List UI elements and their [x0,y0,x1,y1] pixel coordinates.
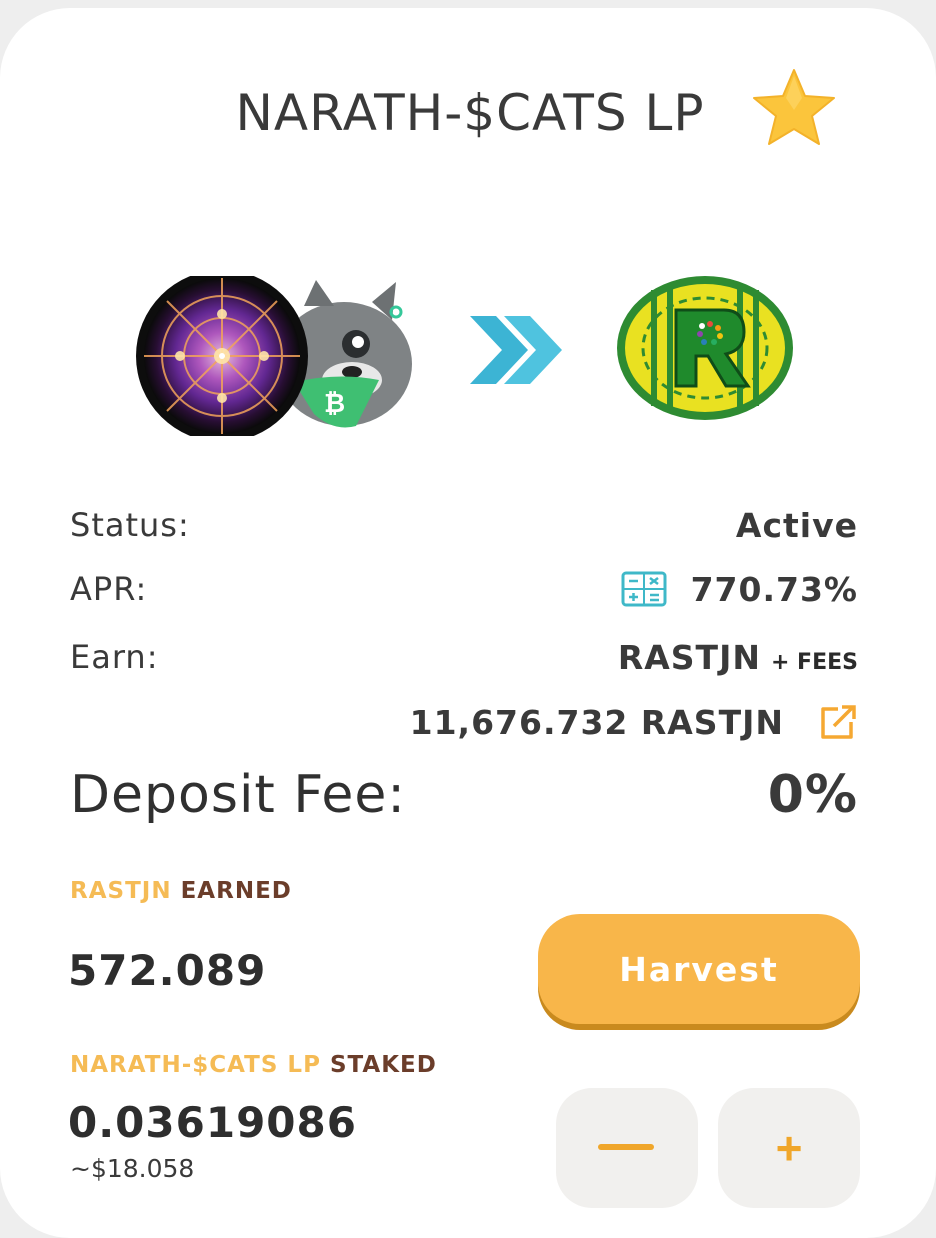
staked-label-suffix: STAKED [329,1052,437,1078]
earned-value: 572.089 [68,946,267,995]
star-icon[interactable] [742,66,846,148]
staked-usd-value: ~$18.058 [70,1154,195,1183]
status-label: Status: [70,506,190,544]
narath-cat-logo: ₿ [136,276,412,436]
earn-token: RASTJN [617,637,761,677]
svg-text:₿: ₿ [324,389,345,419]
apr-value: 770.73% [690,569,858,609]
apr-row: APR: 770.73% [70,564,858,614]
staked-section-label: NARATH-$CATS LP STAKED [70,1052,437,1078]
apr-label: APR: [70,570,148,608]
earned-label-suffix: EARNED [180,878,292,904]
staked-label-token: NARATH-$CATS LP [70,1052,321,1078]
earn-label: Earn: [70,638,159,676]
deposit-fee-value: 0% [767,765,858,825]
earn-fees: + FEES [770,649,858,675]
pool-title: NARATH-$CATS LP [235,84,705,142]
rastjn-logo [617,276,793,420]
minus-icon [598,1144,654,1150]
earned-section-label: RASTJN EARNED [70,878,292,904]
harvest-button[interactable]: Harvest [538,914,860,1024]
earn-value-group: RASTJN + FEES [618,638,858,677]
reward-amount-row: 11,676.732 RASTJN [70,694,858,750]
deposit-fee-label: Deposit Fee: [70,765,406,825]
pool-card: NARATH-$CATS LP ₿ Status: Active APR: 77… [0,8,936,1238]
earned-label-token: RASTJN [70,878,172,904]
plus-icon: + [775,1122,803,1174]
earn-row: Earn: RASTJN + FEES [70,630,858,684]
double-chevron-right-icon [470,316,562,384]
status-value: Active [735,505,858,545]
stake-plus-button[interactable]: + [718,1088,860,1208]
apr-value-group: 770.73% [621,570,858,609]
unstake-minus-button[interactable] [556,1088,698,1208]
reward-amount: 11,676.732 RASTJN [409,702,784,742]
deposit-fee-row: Deposit Fee: 0% [70,760,858,830]
calculator-icon[interactable] [621,571,667,607]
status-row: Status: Active [70,500,858,550]
external-link-icon[interactable] [818,704,858,740]
staked-value: 0.03619086 [68,1098,357,1147]
